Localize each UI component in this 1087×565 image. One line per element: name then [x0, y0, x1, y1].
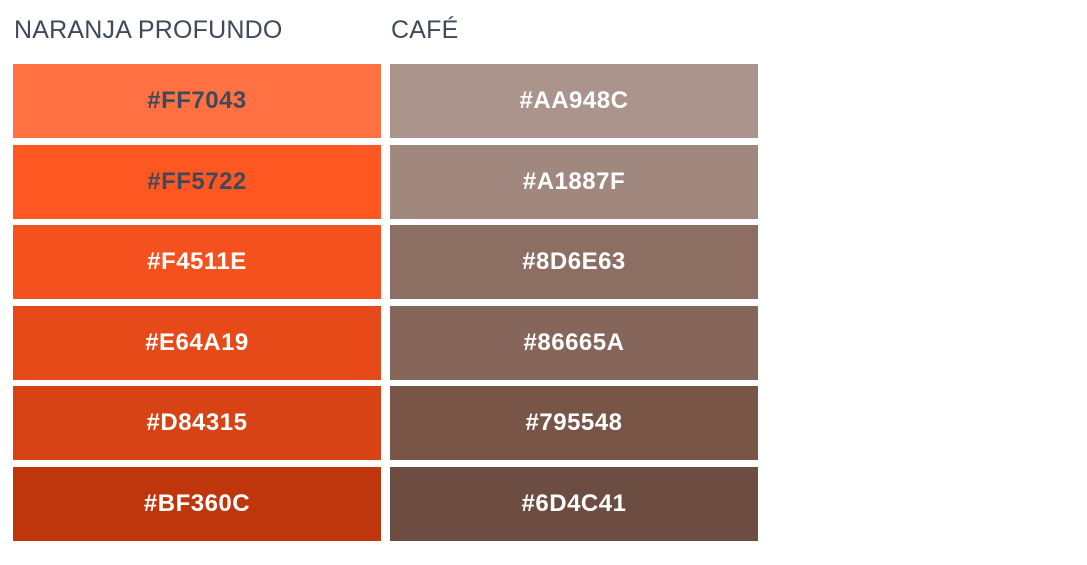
hex-code-label: #AA948C [519, 87, 629, 114]
hex-code-label: #FF7043 [147, 87, 247, 114]
hex-code-label: #E64A19 [145, 328, 249, 356]
hex-code-label: #A1887F [522, 167, 626, 195]
hex-code-label: #BF360C [143, 489, 251, 517]
color-swatch[interactable]: #E64A19 [13, 305, 381, 380]
hex-code-label: #795548 [525, 409, 623, 437]
color-swatch[interactable]: #795548 [390, 386, 758, 461]
color-swatch[interactable]: #86665A [390, 305, 758, 380]
swatch-list: #AA948C #A1887F #8D6E63 #86665A #795548 … [390, 64, 758, 541]
palette-cafe: CAFÉ #AA948C #A1887F #8D6E63 #86665A #79… [390, 0, 758, 541]
palette-title: NARANJA PROFUNDO [14, 16, 283, 44]
color-swatch[interactable]: #8D6E63 [390, 225, 758, 300]
hex-code-label: #F4511E [147, 248, 247, 276]
palette-naranja-profundo: NARANJA PROFUNDO #FF7043 #FF5722 #F4511E… [13, 0, 381, 541]
hex-code-label: #86665A [523, 328, 625, 356]
hex-code-label: #8D6E63 [522, 248, 626, 276]
hex-code-label: #D84315 [146, 409, 248, 437]
palette-title: CAFÉ [391, 16, 459, 44]
color-swatch[interactable]: #A1887F [390, 144, 758, 219]
swatch-list: #FF7043 #FF5722 #F4511E #E64A19 #D84315 … [13, 64, 381, 541]
color-swatch[interactable]: #FF7043 [13, 64, 381, 138]
color-swatch[interactable]: #FF5722 [13, 144, 381, 219]
hex-code-label: #FF5722 [147, 167, 247, 195]
color-swatch[interactable]: #6D4C41 [390, 466, 758, 541]
color-swatch[interactable]: #F4511E [13, 225, 381, 300]
color-swatch[interactable]: #AA948C [390, 64, 758, 138]
color-swatch[interactable]: #D84315 [13, 386, 381, 461]
color-swatch[interactable]: #BF360C [13, 466, 381, 541]
hex-code-label: #6D4C41 [521, 489, 627, 517]
